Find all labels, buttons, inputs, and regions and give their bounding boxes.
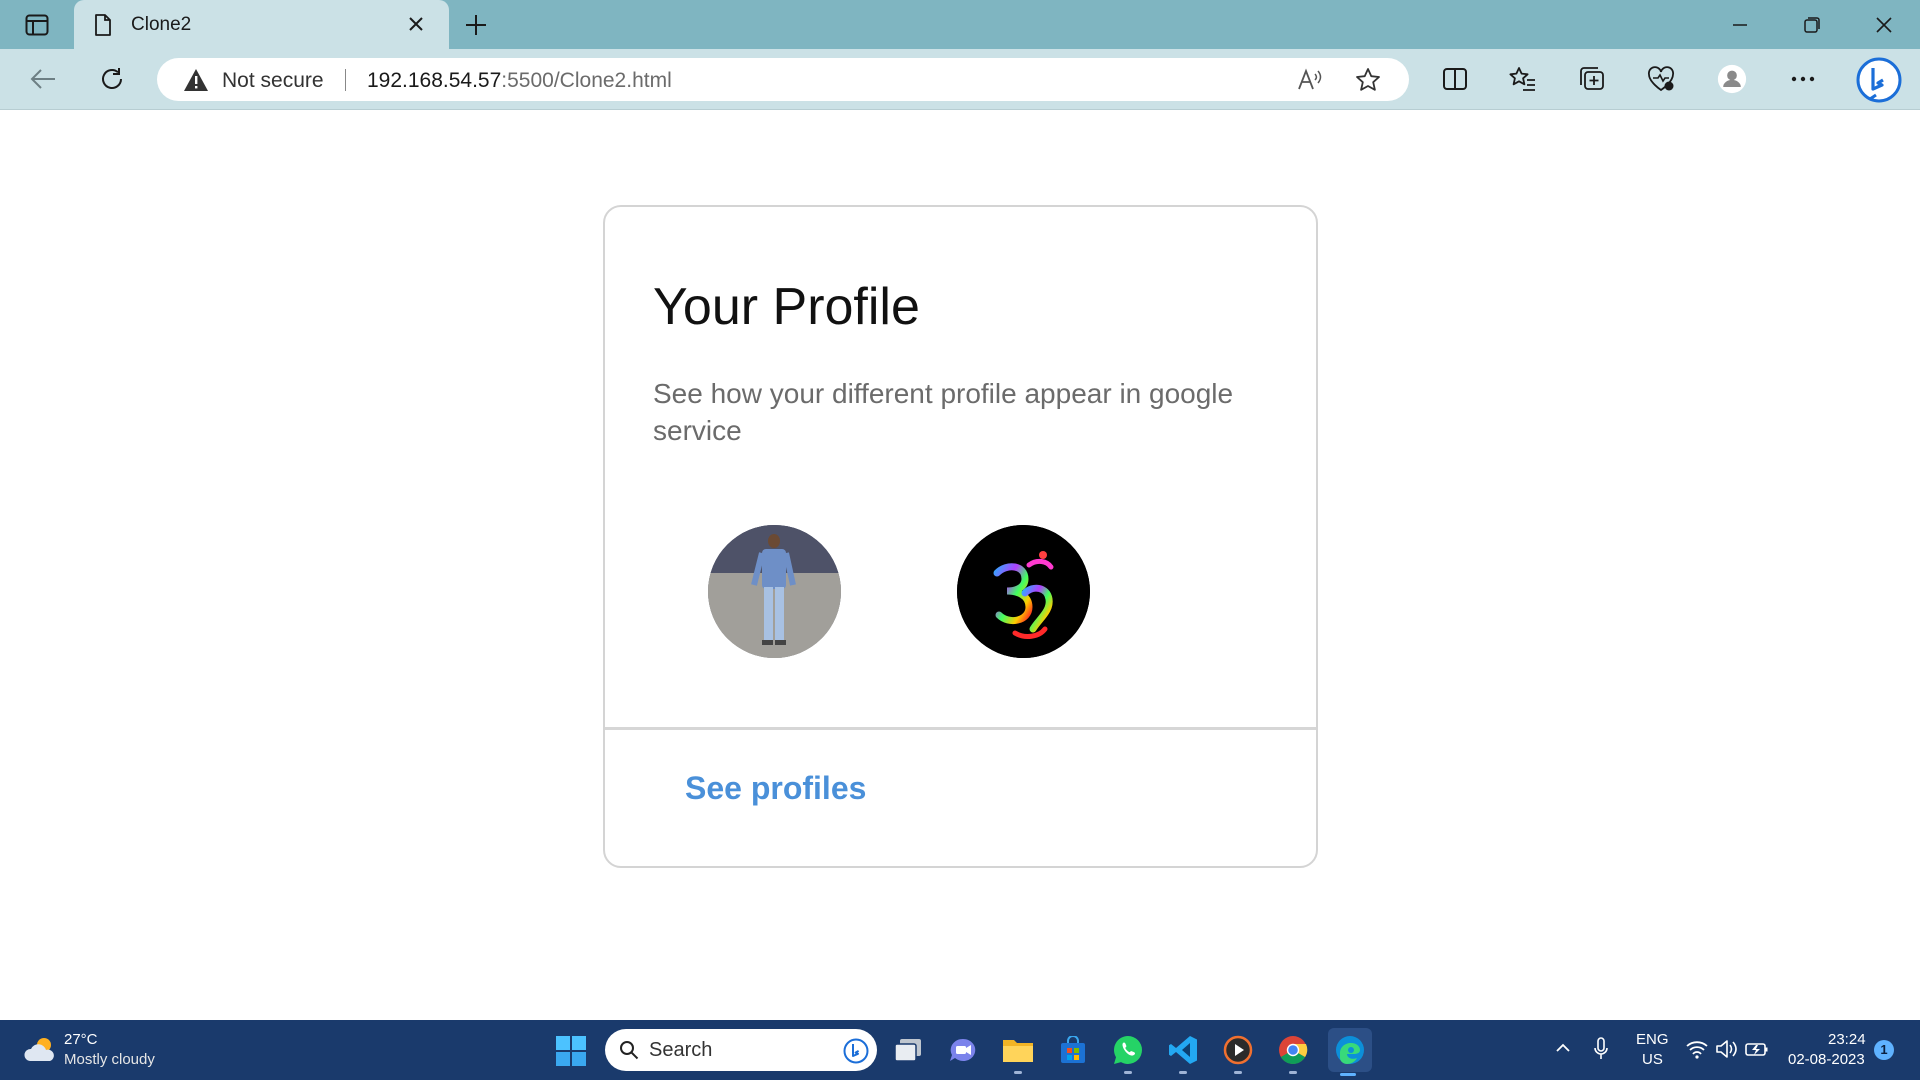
teams-chat-icon[interactable] xyxy=(943,1030,983,1070)
refresh-icon[interactable] xyxy=(97,64,127,94)
collections-icon[interactable] xyxy=(1577,64,1607,94)
task-view-icon[interactable] xyxy=(888,1030,928,1070)
address-divider xyxy=(345,69,346,91)
close-tab-icon[interactable] xyxy=(407,15,425,38)
microsoft-store-icon[interactable] xyxy=(1053,1030,1093,1070)
clock-time[interactable]: 23:24 xyxy=(1828,1031,1866,1048)
tab-actions-icon[interactable] xyxy=(18,11,56,39)
whatsapp-icon[interactable] xyxy=(1108,1030,1148,1074)
profile-avatar-om[interactable] xyxy=(957,525,1090,658)
tab-clone2[interactable]: Clone2 xyxy=(74,0,449,49)
language-code[interactable]: ENG xyxy=(1636,1031,1669,1048)
file-explorer-icon[interactable] xyxy=(998,1030,1038,1074)
restore-icon[interactable] xyxy=(1797,10,1827,40)
weather-condition[interactable]: Mostly cloudy xyxy=(64,1051,155,1068)
running-indicator xyxy=(1014,1071,1022,1074)
more-options-icon[interactable] xyxy=(1788,64,1818,94)
wifi-icon[interactable] xyxy=(1685,1039,1709,1064)
profile-avatar-icon[interactable] xyxy=(1717,64,1747,94)
search-icon xyxy=(619,1040,639,1065)
browser-toolbar: Not secure 192.168.54.57:5500/Clone2.htm… xyxy=(0,49,1920,110)
profile-card: Your Profile See how your different prof… xyxy=(603,205,1318,868)
running-indicator xyxy=(1179,1071,1187,1074)
vs-code-icon[interactable] xyxy=(1163,1030,1203,1074)
edge-icon[interactable] xyxy=(1328,1028,1372,1076)
new-tab-icon[interactable] xyxy=(462,11,490,39)
minimize-icon[interactable] xyxy=(1725,10,1755,40)
battery-charging-icon[interactable] xyxy=(1745,1039,1769,1064)
page-icon xyxy=(94,14,112,41)
search-placeholder: Search xyxy=(649,1039,713,1061)
media-player-icon[interactable] xyxy=(1218,1030,1258,1074)
browser-essentials-icon[interactable] xyxy=(1646,64,1676,94)
bing-icon[interactable] xyxy=(843,1038,869,1069)
windows-taskbar: 27°C Mostly cloudy Search ENG US 23:24 0… xyxy=(0,1020,1920,1080)
close-window-icon[interactable] xyxy=(1869,10,1899,40)
tab-title: Clone2 xyxy=(131,14,192,35)
tab-strip: Clone2 xyxy=(0,0,1920,49)
clock-date[interactable]: 02-08-2023 xyxy=(1788,1051,1865,1068)
running-indicator-active xyxy=(1340,1073,1356,1076)
show-hidden-icons-chevron-icon[interactable] xyxy=(1555,1041,1571,1059)
chrome-icon[interactable] xyxy=(1273,1030,1313,1074)
running-indicator xyxy=(1234,1071,1242,1074)
volume-icon[interactable] xyxy=(1715,1038,1739,1065)
running-indicator xyxy=(1289,1071,1297,1074)
url-host: 192.168.54.57 xyxy=(367,69,502,92)
profile-description: See how your different profile appear in… xyxy=(653,378,1234,446)
taskbar-search[interactable]: Search xyxy=(605,1029,877,1071)
warning-icon[interactable] xyxy=(183,68,209,97)
url-text[interactable]: 192.168.54.57:5500/Clone2.html xyxy=(367,69,672,93)
running-indicator xyxy=(1124,1071,1132,1074)
profile-avatar-person[interactable] xyxy=(708,525,841,658)
page-title: Your Profile xyxy=(653,278,920,336)
weather-temperature[interactable]: 27°C xyxy=(64,1031,98,1048)
favorite-star-icon[interactable] xyxy=(1355,67,1381,98)
url-path: :5500/Clone2.html xyxy=(501,69,672,92)
back-icon[interactable] xyxy=(28,64,58,94)
favorites-icon[interactable] xyxy=(1508,64,1538,94)
split-screen-icon[interactable] xyxy=(1440,64,1470,94)
weather-cloud-icon[interactable] xyxy=(22,1034,58,1069)
keyboard-region[interactable]: US xyxy=(1642,1051,1663,1068)
read-aloud-icon[interactable] xyxy=(1297,68,1323,97)
card-divider xyxy=(605,727,1316,730)
address-bar[interactable]: Not secure 192.168.54.57:5500/Clone2.htm… xyxy=(157,58,1409,101)
notification-badge[interactable]: 1 xyxy=(1874,1040,1894,1060)
windows-start-icon[interactable] xyxy=(556,1036,586,1071)
microphone-icon[interactable] xyxy=(1593,1037,1609,1066)
bing-chat-icon[interactable] xyxy=(1856,57,1902,103)
security-label[interactable]: Not secure xyxy=(222,69,324,93)
see-profiles-link[interactable]: See profiles xyxy=(685,770,866,807)
